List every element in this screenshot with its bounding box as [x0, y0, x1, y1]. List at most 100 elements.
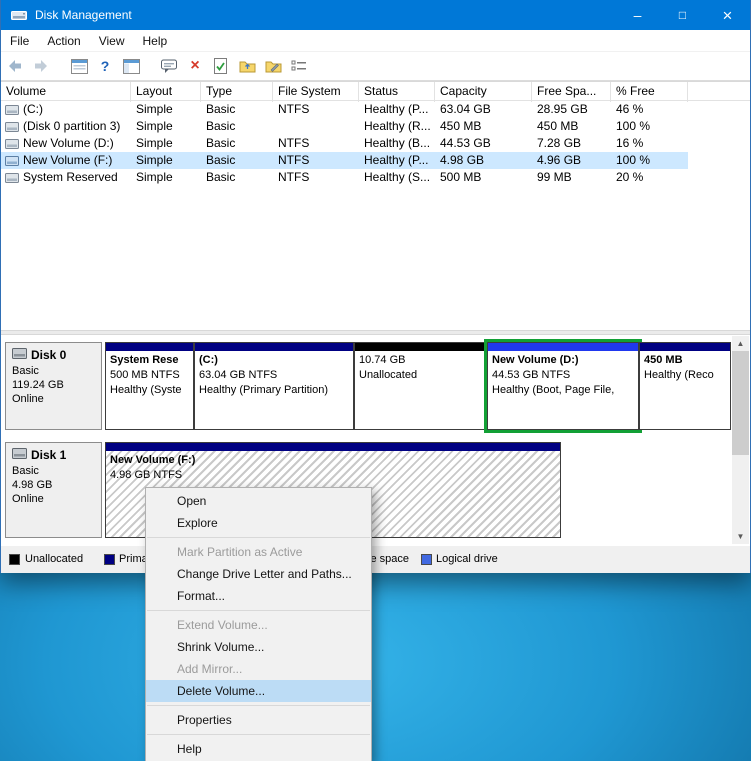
- menu-item-properties[interactable]: Properties: [146, 709, 371, 731]
- legend-bar: Unallocated Primary partition Extended p…: [1, 546, 750, 573]
- cell-volume: System Reserved: [1, 169, 131, 186]
- menu-view[interactable]: View: [90, 31, 134, 51]
- partition-size: 63.04 GB NTFS: [199, 368, 349, 383]
- volume-name: (C:): [23, 102, 43, 116]
- partition-color-strip: [640, 343, 730, 351]
- help-icon[interactable]: ?: [93, 55, 117, 77]
- drive-icon: [5, 155, 19, 169]
- cell-volume: New Volume (D:): [1, 135, 131, 152]
- partition-size: 44.53 GB NTFS: [492, 368, 634, 383]
- menu-item-open[interactable]: Open: [146, 490, 371, 512]
- table-row-new-volume-d[interactable]: New Volume (D:) Simple Basic NTFS Health…: [1, 135, 688, 152]
- partition-system-reserved[interactable]: System Rese 500 MB NTFS Healthy (Syste: [105, 342, 194, 430]
- disk0-info-panel[interactable]: Disk 0 Basic 119.24 GB Online: [5, 342, 102, 430]
- pane-splitter[interactable]: [1, 330, 750, 335]
- partition-status: Healthy (Syste: [110, 383, 189, 398]
- show-hide-pane-icon[interactable]: [119, 55, 143, 77]
- disk-icon: [12, 448, 27, 462]
- disk1-size: 4.98 GB: [12, 479, 95, 491]
- minimize-button[interactable]: –: [615, 0, 660, 30]
- cell-capacity: 63.04 GB: [435, 101, 532, 118]
- partition-label: (C:): [199, 353, 349, 368]
- column-capacity[interactable]: Capacity: [435, 82, 532, 102]
- volume-name: New Volume (D:): [23, 136, 114, 150]
- volume-table: (C:) Simple Basic NTFS Healthy (P... 63.…: [1, 101, 750, 186]
- legend-unallocated-swatch: [9, 554, 20, 565]
- partition-color-strip: [488, 343, 638, 351]
- cell-free: 450 MB: [532, 118, 611, 135]
- scrollbar-thumb[interactable]: [732, 351, 749, 455]
- menu-item-shrink-volume[interactable]: Shrink Volume...: [146, 636, 371, 658]
- menu-item-change-drive-letter-and-paths[interactable]: Change Drive Letter and Paths...: [146, 563, 371, 585]
- menu-item-explore[interactable]: Explore: [146, 512, 371, 534]
- cell-status: Healthy (R...: [359, 118, 435, 135]
- disk0-status: Online: [12, 393, 95, 405]
- table-row-system-reserved[interactable]: System Reserved Simple Basic NTFS Health…: [1, 169, 688, 186]
- back-icon[interactable]: [3, 55, 27, 77]
- cell-layout: Simple: [131, 169, 201, 186]
- edit-folder-icon[interactable]: [261, 55, 285, 77]
- menu-action[interactable]: Action: [38, 31, 89, 51]
- forward-icon[interactable]: [29, 55, 53, 77]
- cell-pct-free: 100 %: [611, 118, 688, 135]
- title-bar: Disk Management – □ ×: [1, 0, 750, 30]
- scroll-up-icon[interactable]: ▲: [732, 336, 749, 351]
- volume-name: (Disk 0 partition 3): [23, 119, 120, 133]
- column-volume[interactable]: Volume: [1, 82, 131, 102]
- column-free-space[interactable]: Free Spa...: [532, 82, 611, 102]
- table-row-new-volume-f-selected[interactable]: New Volume (F:) Simple Basic NTFS Health…: [1, 152, 688, 169]
- cell-layout: Simple: [131, 152, 201, 169]
- table-row-disk0-partition3[interactable]: (Disk 0 partition 3) Simple Basic Health…: [1, 118, 688, 135]
- column-file-system[interactable]: File System: [273, 82, 359, 102]
- close-button[interactable]: ×: [705, 0, 750, 30]
- menu-item-help[interactable]: Help: [146, 738, 371, 760]
- disk0-size: 119.24 GB: [12, 379, 95, 391]
- partition-recovery[interactable]: 450 MB Healthy (Reco: [639, 342, 731, 430]
- partition-label: 450 MB: [644, 353, 726, 368]
- disk1-label: Disk 1: [31, 448, 66, 462]
- partition-status: Healthy (Boot, Page File,: [492, 383, 634, 398]
- drive-icon: [5, 138, 19, 152]
- menu-item-format[interactable]: Format...: [146, 585, 371, 607]
- open-folder-icon[interactable]: [235, 55, 259, 77]
- menu-help[interactable]: Help: [134, 31, 177, 51]
- partition-unallocated[interactable]: 10.74 GB Unallocated: [354, 342, 487, 430]
- cell-free: 28.95 GB: [532, 101, 611, 118]
- scroll-down-icon[interactable]: ▼: [732, 529, 749, 544]
- maximize-button[interactable]: □: [660, 0, 705, 30]
- drive-icon: [5, 172, 19, 186]
- menu-separator: [147, 610, 370, 611]
- volume-name: System Reserved: [23, 170, 118, 184]
- cell-fs: NTFS: [273, 152, 359, 169]
- column-type[interactable]: Type: [201, 82, 273, 102]
- menu-item-delete-volume[interactable]: Delete Volume...: [146, 680, 371, 702]
- cell-capacity: 4.98 GB: [435, 152, 532, 169]
- action-pane-icon[interactable]: [157, 55, 181, 77]
- check-document-icon[interactable]: [209, 55, 233, 77]
- cell-status: Healthy (B...: [359, 135, 435, 152]
- disk1-info-panel[interactable]: Disk 1 Basic 4.98 GB Online: [5, 442, 102, 538]
- table-row-c[interactable]: (C:) Simple Basic NTFS Healthy (P... 63.…: [1, 101, 688, 118]
- menu-separator: [147, 705, 370, 706]
- partition-color-strip: [106, 443, 560, 451]
- disk1-kind: Basic: [12, 465, 95, 477]
- column-layout[interactable]: Layout: [131, 82, 201, 102]
- checklist-icon[interactable]: [287, 55, 311, 77]
- partition-status: Healthy (Reco: [644, 368, 726, 383]
- vertical-scrollbar[interactable]: ▲ ▼: [732, 336, 749, 544]
- column-status[interactable]: Status: [359, 82, 435, 102]
- cell-status: Healthy (P...: [359, 101, 435, 118]
- menu-file[interactable]: File: [1, 31, 38, 51]
- menu-bar: File Action View Help: [1, 30, 750, 52]
- menu-separator: [147, 537, 370, 538]
- partition-color-strip: [355, 343, 486, 351]
- column-pct-free[interactable]: % Free: [611, 82, 688, 102]
- partition-size: 500 MB NTFS: [110, 368, 189, 383]
- console-window-icon[interactable]: [67, 55, 91, 77]
- cell-pct-free: 46 %: [611, 101, 688, 118]
- delete-icon[interactable]: ×: [183, 55, 207, 77]
- partition-new-volume-d[interactable]: New Volume (D:) 44.53 GB NTFS Healthy (B…: [487, 342, 639, 430]
- menu-item-extend-volume: Extend Volume...: [146, 614, 371, 636]
- partition-label: New Volume (D:): [492, 353, 634, 368]
- partition-c[interactable]: (C:) 63.04 GB NTFS Healthy (Primary Part…: [194, 342, 354, 430]
